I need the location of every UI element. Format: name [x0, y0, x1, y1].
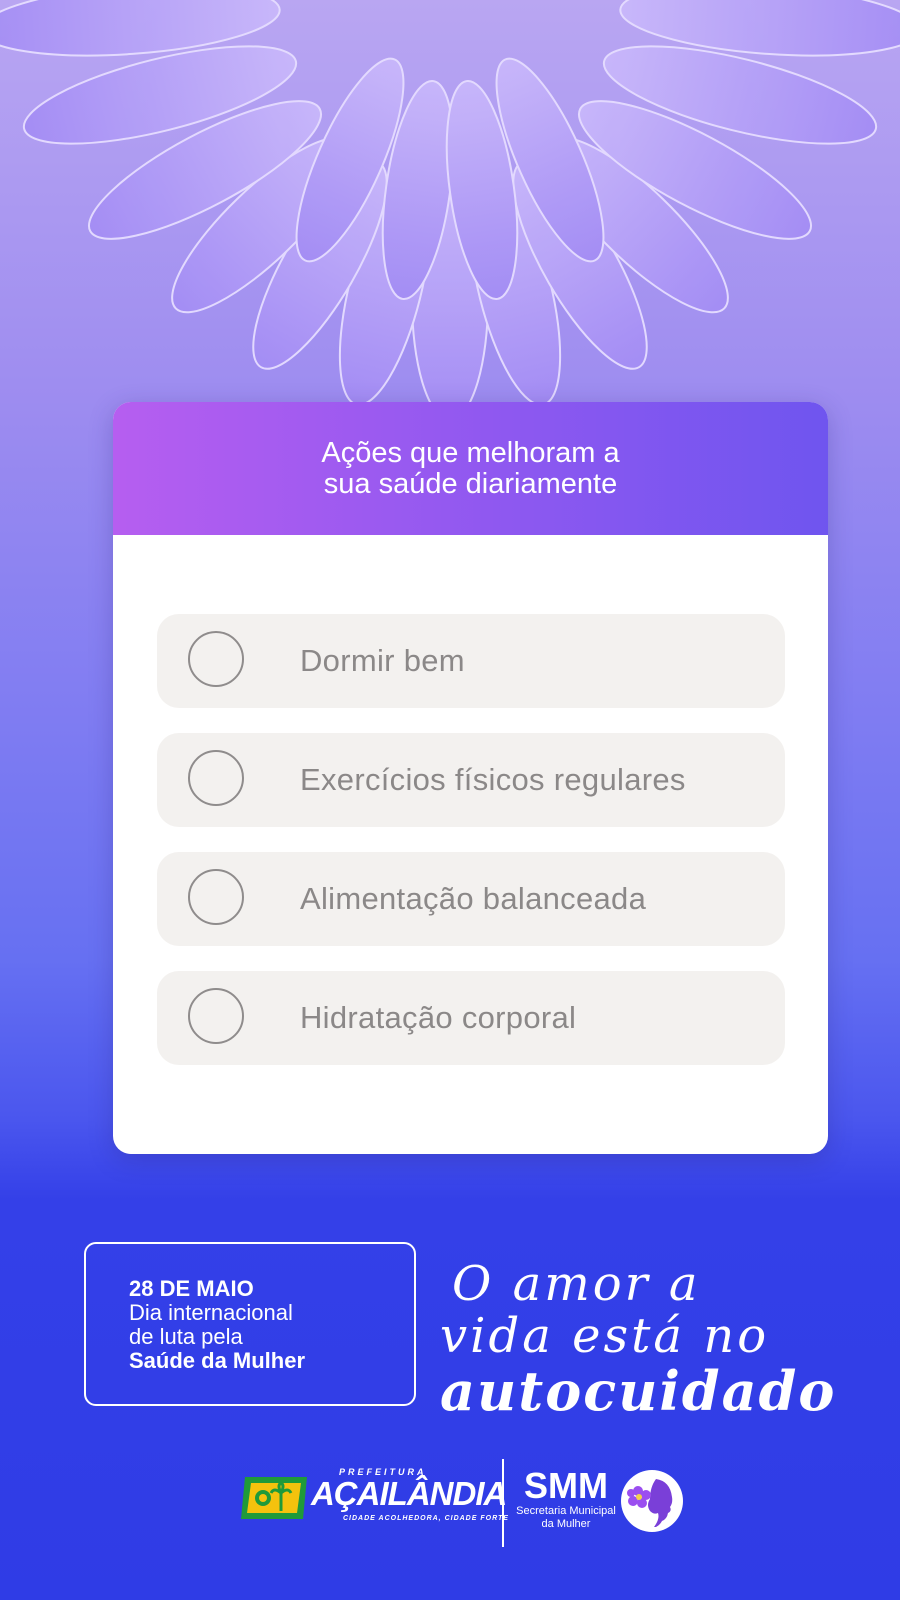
- option-item[interactable]: Alimentação balanceada: [157, 852, 785, 946]
- radio-circle-icon[interactable]: [188, 988, 244, 1044]
- option-label: Dormir bem: [300, 643, 465, 678]
- option-label: Alimentação balanceada: [300, 881, 647, 916]
- prefeitura-logo: PREFEITURA AÇAILÂNDIA CIDADE ACOLHEDORA,…: [241, 1467, 508, 1531]
- card-title-line1: Ações que melhoram a: [321, 436, 620, 469]
- smm-logo-text: SMM Secretaria Municipal da Mulher: [516, 1467, 616, 1531]
- radio-circle-icon[interactable]: [188, 631, 244, 687]
- option-item[interactable]: Exercícios físicos regulares: [157, 733, 785, 827]
- slogan: O amor a vida está no autocuidado: [440, 1258, 880, 1420]
- checklist-card: Ações que melhoram a sua saúde diariamen…: [113, 402, 828, 1154]
- card-header: Ações que melhoram a sua saúde diariamen…: [113, 402, 828, 535]
- smm-sub1: Secretaria Municipal: [516, 1505, 616, 1517]
- date-text: 28 DE MAIO: [129, 1276, 254, 1301]
- radio-circle-icon[interactable]: [188, 869, 244, 925]
- date-line1: Dia internacional: [129, 1300, 293, 1325]
- card-title: Ações que melhoram a sua saúde diariamen…: [261, 436, 681, 500]
- radio-circle-icon[interactable]: [188, 750, 244, 806]
- woman-profile-flower-icon: [621, 1470, 683, 1532]
- date-line2: de luta pela: [129, 1324, 243, 1349]
- smm-title: SMM: [524, 1465, 608, 1506]
- acailandia-flag-icon: [241, 1477, 307, 1519]
- prefeitura-tagline: CIDADE ACOLHEDORA, CIDADE FORTE: [343, 1515, 509, 1522]
- options-list: Dormir bem Exercícios físicos regulares …: [157, 614, 785, 1090]
- option-item[interactable]: Dormir bem: [157, 614, 785, 708]
- flower-background-image: [0, 0, 900, 421]
- footer-divider: [502, 1459, 504, 1547]
- slogan-line1: O amor a: [452, 1256, 701, 1312]
- option-label: Exercícios físicos regulares: [300, 762, 686, 797]
- date-box: 28 DE MAIO Dia internacional de luta pel…: [84, 1242, 416, 1406]
- slogan-line3: autocuidado: [440, 1359, 837, 1423]
- smm-sub2: da Mulher: [541, 1518, 591, 1530]
- option-label: Hidratação corporal: [300, 1000, 577, 1035]
- option-item[interactable]: Hidratação corporal: [157, 971, 785, 1065]
- footer-logos: PREFEITURA AÇAILÂNDIA CIDADE ACOLHEDORA,…: [0, 1455, 900, 1555]
- date-line3: Saúde da Mulher: [129, 1348, 306, 1373]
- card-title-line2: sua saúde diariamente: [323, 467, 618, 500]
- slogan-line2: vida está no: [440, 1308, 770, 1364]
- prefeitura-name: AÇAILÂNDIA: [311, 1475, 507, 1512]
